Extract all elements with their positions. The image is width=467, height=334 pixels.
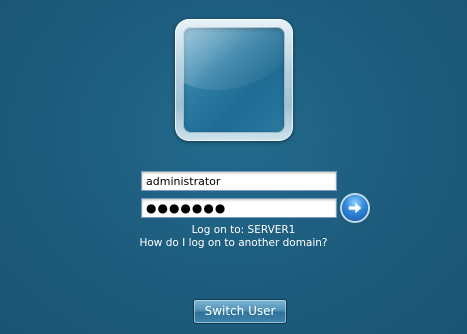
logon-to-text: Log on to: SERVER1 <box>191 224 296 236</box>
tile-gloss <box>183 27 285 107</box>
user-picture-tile <box>175 19 293 141</box>
switch-user-button[interactable]: Switch User <box>193 299 287 324</box>
arrow-right-icon <box>347 200 363 216</box>
submit-button[interactable] <box>342 195 368 221</box>
other-domain-link[interactable]: How do I log on to another domain? <box>0 237 467 249</box>
username-field[interactable] <box>141 171 337 191</box>
user-picture-frame <box>183 27 285 133</box>
password-field[interactable] <box>141 198 337 218</box>
